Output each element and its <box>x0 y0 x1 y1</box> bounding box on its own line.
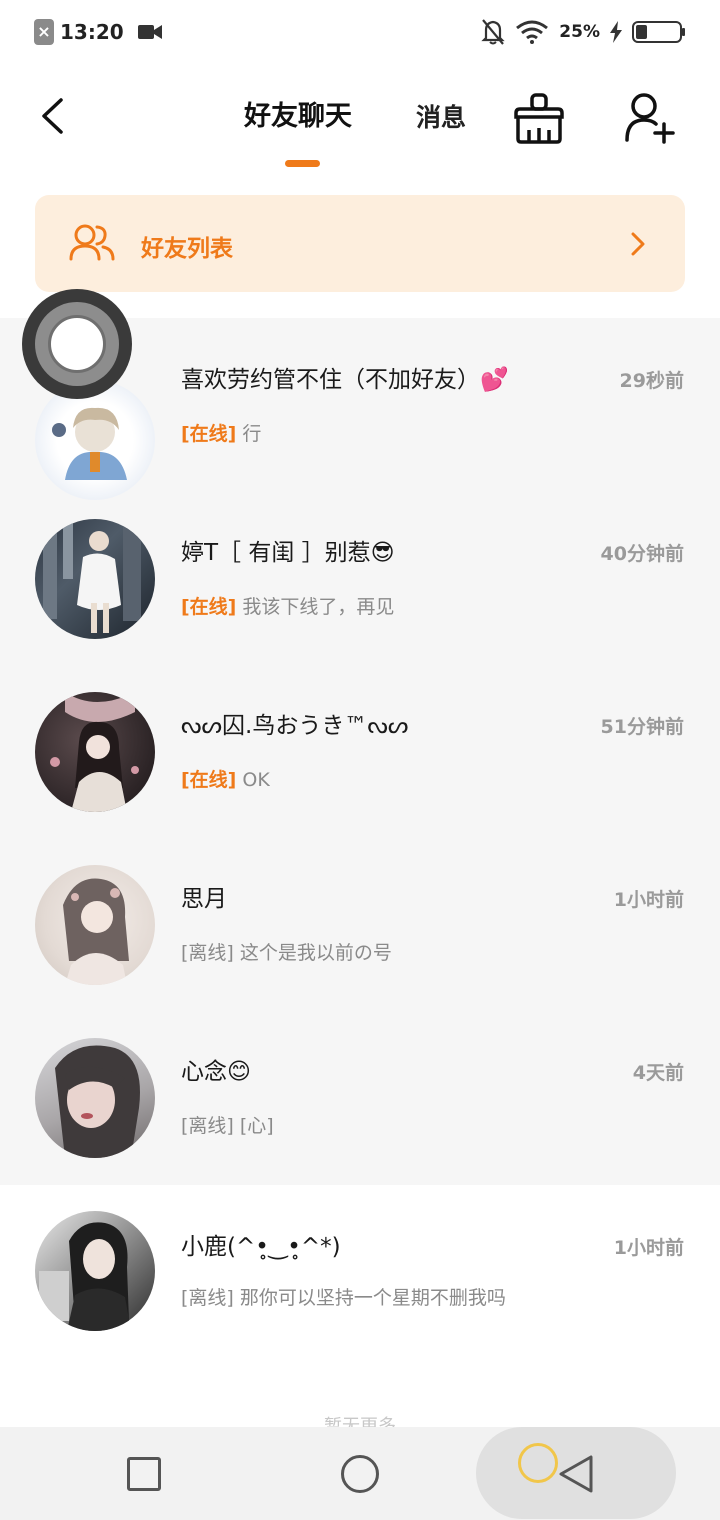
last-message: 我该下线了，再见 <box>242 596 395 618</box>
battery-percent: 25% <box>559 22 600 42</box>
floating-assistant-button[interactable] <box>22 289 132 399</box>
notification-close-icon: × <box>34 19 54 45</box>
chat-time: 1小时前 <box>613 889 684 911</box>
last-message: OK <box>242 769 270 791</box>
chat-row[interactable]: 心念😊 4天前 [离线] [心] <box>0 1010 720 1183</box>
recent-apps-button[interactable] <box>127 1457 161 1491</box>
avatar-image <box>43 519 141 633</box>
friend-list-label: 好友列表 <box>141 236 233 262</box>
last-message: [心] <box>239 1115 274 1137</box>
chat-name: 婷T［ 有闺 ］别惹😎 <box>181 540 395 566</box>
offline-status: [离线] <box>181 1115 234 1137</box>
add-friend-button[interactable] <box>622 90 678 146</box>
active-tab-indicator <box>285 160 320 167</box>
chat-name: 思月 <box>181 886 227 912</box>
video-camera-icon <box>137 25 162 39</box>
avatar-image <box>50 692 139 812</box>
users-icon <box>69 224 115 261</box>
chat-name: 心念😊 <box>181 1059 251 1085</box>
system-nav-bar <box>0 1427 720 1520</box>
chat-preview: [离线] [心] <box>181 1111 274 1138</box>
chat-preview: [离线] 这个是我以前の号 <box>181 938 392 965</box>
chat-time: 40分钟前 <box>600 543 684 565</box>
chat-name: 喜欢劳约管不住（不加好友）💕 <box>181 367 509 393</box>
chat-preview: [在线] 我该下线了，再见 <box>181 592 394 619</box>
tab-friend-chat[interactable]: 好友聊天 <box>244 94 352 133</box>
avatar-image <box>55 1045 140 1158</box>
home-button[interactable] <box>341 1455 379 1493</box>
status-bar-left: × 13:20 <box>34 16 162 48</box>
bell-muted-icon <box>481 19 505 45</box>
touch-indicator <box>518 1443 558 1483</box>
top-nav: 好友聊天 消息 <box>0 64 720 174</box>
status-bar-right: 25% <box>481 16 686 48</box>
online-status: [在线] <box>181 596 237 618</box>
avatar[interactable] <box>35 692 155 812</box>
chat-row[interactable]: 思月 1小时前 [离线] 这个是我以前の号 <box>0 837 720 1010</box>
chevron-left-icon <box>42 98 63 134</box>
avatar-image <box>63 878 129 985</box>
chat-time: 29秒前 <box>619 370 684 392</box>
last-message: 那你可以坚持一个星期不删我吗 <box>239 1287 506 1309</box>
status-time: 13:20 <box>60 20 124 44</box>
clear-button[interactable] <box>512 92 566 146</box>
tab-messages[interactable]: 消息 <box>416 98 466 134</box>
avatar-image <box>39 1222 131 1331</box>
back-triangle-icon[interactable] <box>555 1453 595 1495</box>
avatar[interactable] <box>35 380 155 500</box>
chat-row[interactable]: 小鹿(^•̥‿•̥^*) ؘ 1小时前 [离线] 那你可以坚持一个星期不删我吗 <box>0 1185 720 1358</box>
offline-status: [离线] <box>181 942 234 964</box>
online-status: [在线] <box>181 423 237 445</box>
friend-list-banner[interactable]: 好友列表 <box>35 195 685 292</box>
chat-preview: [在线] 行 <box>181 419 261 446</box>
chat-time: 1小时前 <box>613 1237 684 1259</box>
back-button[interactable] <box>30 92 74 140</box>
avatar[interactable] <box>35 865 155 985</box>
avatar[interactable] <box>35 1211 155 1331</box>
broom-icon <box>514 93 564 144</box>
chat-name: 小鹿(^•̥‿•̥^*) ؘ <box>181 1234 348 1260</box>
last-message: 这个是我以前の号 <box>239 942 392 964</box>
chat-preview: [离线] 那你可以坚持一个星期不删我吗 <box>181 1283 506 1310</box>
avatar[interactable] <box>35 1038 155 1158</box>
charging-icon <box>610 21 622 43</box>
last-message: 行 <box>242 423 262 445</box>
add-user-icon <box>625 93 675 144</box>
battery-icon <box>632 21 685 43</box>
chat-row[interactable]: ᔓᔕ囚.鸟おうき™ᔓᔕ 51分钟前 [在线] OK <box>0 664 720 837</box>
chat-time: 51分钟前 <box>600 716 684 738</box>
chat-name: ᔓᔕ囚.鸟おうき™ᔓᔕ <box>181 713 409 739</box>
floating-core <box>48 315 106 373</box>
avatar[interactable] <box>35 519 155 639</box>
status-bar: × 13:20 25% <box>0 0 720 64</box>
avatar-image <box>52 407 127 480</box>
online-status: [在线] <box>181 769 237 791</box>
wifi-icon <box>516 20 549 44</box>
chat-row[interactable]: 婷T［ 有闺 ］别惹😎 40分钟前 [在线] 我该下线了，再见 <box>0 491 720 664</box>
chevron-right-icon <box>631 232 645 256</box>
chat-time: 4天前 <box>632 1062 684 1084</box>
chat-preview: [在线] OK <box>181 765 270 792</box>
offline-status: [离线] <box>181 1287 234 1309</box>
